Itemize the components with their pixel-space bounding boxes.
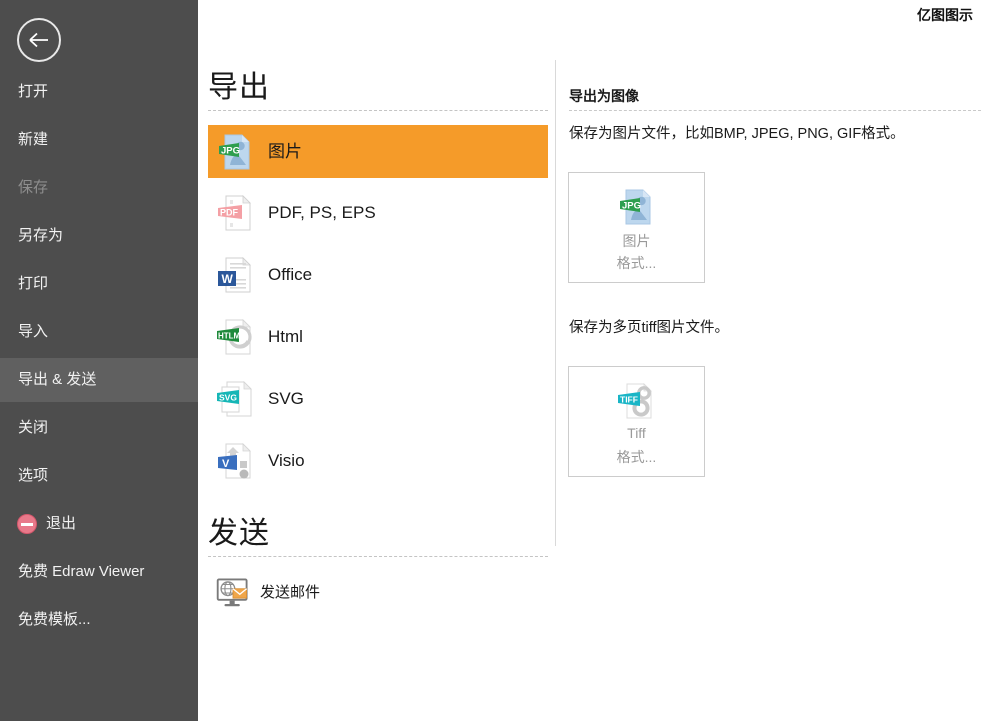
export-format-description: 保存为多页tiff图片文件。 <box>569 320 730 336</box>
export-format-description: 保存为图片文件，比如BMP, JPEG, PNG, GIF格式。 <box>569 126 905 142</box>
sidebar-item-6[interactable]: 导出 & 发送 <box>0 358 198 402</box>
sidebar-item-label: 免费模板... <box>18 611 91 628</box>
export-format-tile[interactable]: TIFF Tiff 格式... <box>568 366 705 477</box>
export-option-label: Visio <box>268 451 305 470</box>
sidebar-item-label: 新建 <box>18 131 49 148</box>
visio-file-icon: V <box>216 441 256 481</box>
sidebar-item-0[interactable]: 打开 <box>0 70 198 114</box>
svg-file-icon: SVG <box>216 379 256 419</box>
sidebar-item-11[interactable]: 免费模板... <box>0 598 198 642</box>
sidebar-item-5[interactable]: 导入 <box>0 310 198 354</box>
sidebar-item-label: 导入 <box>18 323 49 340</box>
export-option-row[interactable]: HTLM Html <box>208 310 548 363</box>
export-format-tile-line1: Tiff <box>627 425 646 441</box>
export-format-tile-line2: 格式... <box>616 449 657 465</box>
sidebar-item-label: 打印 <box>18 275 49 292</box>
back-button[interactable] <box>17 18 61 62</box>
sidebar-item-1[interactable]: 新建 <box>0 118 198 162</box>
send-section-divider <box>208 556 548 557</box>
export-option-row[interactable]: PDF PDF, PS, EPS <box>208 186 548 239</box>
sidebar-item-label: 另存为 <box>18 227 64 244</box>
export-section-divider <box>208 110 548 111</box>
sidebar-item-label: 导出 & 发送 <box>18 371 97 388</box>
export-option-row[interactable]: W Office <box>208 248 548 301</box>
sidebar-item-label: 关闭 <box>18 419 49 436</box>
jpg-image-file-icon: JPG <box>617 187 657 227</box>
export-format-tile[interactable]: JPG 图片格式... <box>568 172 705 283</box>
jpg-image-file-icon: JPG <box>216 132 256 172</box>
svg-text:V: V <box>222 458 230 470</box>
svg-text:JPG: JPG <box>221 146 240 157</box>
sidebar-item-2: 保存 <box>0 166 198 210</box>
send-option-row[interactable]: 发送邮件 <box>208 571 548 615</box>
export-format-tile-line2: 格式... <box>616 255 657 271</box>
sidebar-item-label: 退出 <box>46 515 77 532</box>
exit-icon <box>17 514 37 534</box>
sidebar-item-10[interactable]: 免费 Edraw Viewer <box>0 550 198 594</box>
send-option-label: 发送邮件 <box>260 584 321 601</box>
export-option-row[interactable]: SVG SVG <box>208 372 548 425</box>
sidebar-item-9[interactable]: 退出 <box>0 502 198 546</box>
sidebar-item-8[interactable]: 选项 <box>0 454 198 498</box>
export-format-tile-line1: 图片 <box>622 233 651 249</box>
export-option-row[interactable]: JPG 图片 <box>208 125 548 178</box>
export-option-label: Html <box>268 327 303 346</box>
svg-text:W: W <box>222 272 234 286</box>
sidebar-item-label: 免费 Edraw Viewer <box>18 563 145 580</box>
export-option-row[interactable]: V Visio <box>208 434 548 487</box>
svg-text:HTLM: HTLM <box>218 332 241 341</box>
watermark-label: 亿图图示 <box>917 7 973 23</box>
send-section-title: 发送 <box>208 517 270 550</box>
sidebar-item-3[interactable]: 另存为 <box>0 214 198 258</box>
tiff-file-icon: TIFF <box>617 381 657 421</box>
svg-text:JPG: JPG <box>622 201 641 212</box>
export-option-label: PDF, PS, EPS <box>268 203 376 222</box>
sidebar-item-label: 打开 <box>18 83 49 100</box>
html-file-icon: HTLM <box>216 317 256 357</box>
export-detail-title: 导出为图像 <box>569 88 639 104</box>
pdf-file-icon: PDF <box>216 193 256 233</box>
export-option-label: Office <box>268 265 313 284</box>
export-detail-panel <box>556 0 990 721</box>
sidebar-item-label: 选项 <box>18 467 49 484</box>
svg-text:PDF: PDF <box>220 208 239 218</box>
svg-text:SVG: SVG <box>219 393 237 403</box>
export-detail-divider <box>569 110 981 111</box>
export-section-title: 导出 <box>208 71 270 104</box>
backstage-sidebar: 打开新建保存另存为打印导入导出 & 发送 关闭选项退出免费 Edraw Viewe… <box>0 0 198 721</box>
word-document-icon: W <box>216 255 256 295</box>
export-option-label: SVG <box>268 389 304 408</box>
sidebar-item-label: 保存 <box>18 179 49 196</box>
svg-text:TIFF: TIFF <box>620 395 638 405</box>
sidebar-item-4[interactable]: 打印 <box>0 262 198 306</box>
send-email-icon <box>216 576 250 610</box>
export-option-label: 图片 <box>268 142 302 161</box>
sidebar-item-7[interactable]: 关闭 <box>0 406 198 450</box>
